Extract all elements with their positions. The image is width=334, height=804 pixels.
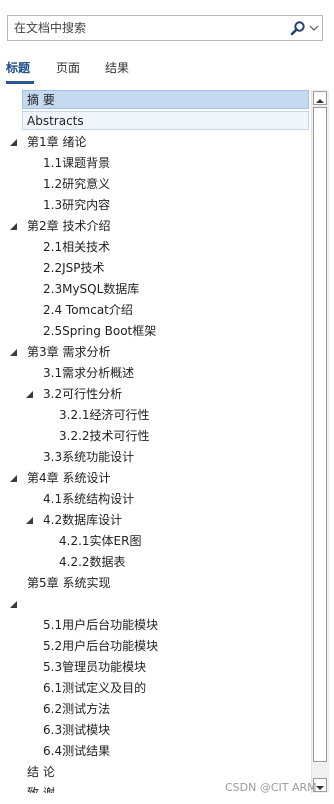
tree-item[interactable]: 2.4 Tomcat介绍 [0,300,311,320]
active-tab-indicator [6,81,34,84]
tree-item-label: 1.2研究意义 [43,177,111,191]
tree-item[interactable]: 摘 要 [0,90,311,110]
scrollbar-thumb[interactable] [313,107,327,762]
tree-item[interactable]: 4.1系统结构设计 [0,489,311,509]
collapse-arrow-icon[interactable] [26,391,34,399]
search-box [7,15,323,41]
tree-item[interactable]: 5.2用户后台功能模块 [0,636,311,656]
tree-item[interactable]: 2.3MySQL数据库 [0,279,311,299]
tree-item-label: 6.1测试定义及目的 [43,681,147,695]
tree-item[interactable]: 3.2可行性分析 [0,384,311,404]
tree-item[interactable]: 6.1测试定义及目的 [0,678,311,698]
tree-item[interactable]: 3.2.2技术可行性 [0,426,311,446]
tab-bar: 标题 页面 结果 [0,59,334,84]
tree-item[interactable]: 2.1相关技术 [0,237,311,257]
tree-item-label: 2.3MySQL数据库 [43,282,140,296]
collapse-arrow-icon[interactable] [10,475,18,483]
navigation-tree: 摘 要 Abstracts 第1章 绪论 1.1课题背景 1.2研究意义 1.3研究内容第… [0,90,311,793]
tree-item-label: 4.1系统结构设计 [43,492,135,506]
tree-item[interactable]: 6.3测试模块 [0,720,311,740]
tree-item[interactable]: 2.5Spring Boot框架 [0,321,311,341]
collapse-arrow-icon[interactable] [10,223,18,231]
tree-item-label: 3.2.1经济可行性 [59,408,150,422]
search-input[interactable] [8,16,278,40]
tree-item-label: 2.5Spring Boot框架 [43,324,157,338]
tree-item[interactable]: 5.3管理员功能模块 [0,657,311,677]
tree-item-label: 第3章 需求分析 [27,345,111,359]
chevron-down-icon[interactable] [309,20,319,36]
tree-item-label: 第1章 绪论 [27,135,87,149]
vertical-scrollbar[interactable] [311,90,329,793]
tree-item-label: 第2章 技术介绍 [27,219,111,233]
tree-item[interactable]: 第2章 技术介绍 [0,216,311,236]
tree-item[interactable]: 3.2.1经济可行性 [0,405,311,425]
tree-item[interactable]: 5.1用户后台功能模块 [0,615,311,635]
tree-item-label: Abstracts [27,114,84,128]
tree-item[interactable]: 第5章 系统实现 [0,573,311,593]
tree-item[interactable]: 1.1课题背景 [0,153,311,173]
tree-item[interactable]: 3.1需求分析概述 [0,363,311,383]
tree-item-label: 2.1相关技术 [43,240,111,254]
tree-item-label: 3.2可行性分析 [43,387,123,401]
tree-item-label: 4.2.1实体ER图 [59,534,142,548]
tree-item-label: 结 论 [27,765,55,779]
watermark: CSDN @CIT ARM [225,781,317,794]
scroll-up-button[interactable] [313,91,327,105]
tree-item[interactable]: 1.2研究意义 [0,174,311,194]
tree-item[interactable]: 4.2.1实体ER图 [0,531,311,551]
tree-item-label: 致 谢 [27,786,55,793]
collapse-arrow-icon[interactable] [10,601,18,609]
tab-pages[interactable]: 页面 [56,59,80,76]
tree-item[interactable]: 第3章 需求分析 [0,342,311,362]
tree-item-label: 2.2JSP技术 [43,261,105,275]
tree-item[interactable]: 2.2JSP技术 [0,258,311,278]
tree-item-label: 2.4 Tomcat介绍 [43,303,133,317]
tree-item-label: 5.1用户后台功能模块 [43,618,159,632]
tree-item[interactable]: 3.3系统功能设计 [0,447,311,467]
selection-highlight [22,90,309,109]
tree-item[interactable]: 4.2数据库设计 [0,510,311,530]
tree-item-label: 6.3测试模块 [43,723,111,737]
tree-item[interactable]: 4.2.2数据表 [0,552,311,572]
tree-item-label: 5.2用户后台功能模块 [43,639,159,653]
tab-headings[interactable]: 标题 [6,59,30,76]
tab-results[interactable]: 结果 [105,59,129,76]
tree-item[interactable]: 第1章 绪论 [0,132,311,152]
tree-item[interactable]: Abstracts [0,111,311,131]
tree-item-label: 第5章 系统实现 [27,576,111,590]
tree-item-label: 3.1需求分析概述 [43,366,135,380]
tree-item-label: 1.3研究内容 [43,198,111,212]
search-icon[interactable] [290,20,306,36]
tree-item-label: 3.2.2技术可行性 [59,429,150,443]
tree-item-label: 1.1课题背景 [43,156,111,170]
tree-item-label: 6.4测试结果 [43,744,111,758]
tree-item[interactable]: 6.4测试结果 [0,741,311,761]
tree-item[interactable]: 第4章 系统设计 [0,468,311,488]
collapse-arrow-icon[interactable] [10,139,18,147]
tree-item[interactable]: 结 论 [0,762,311,782]
scroll-up-icon [316,99,324,103]
tree-item[interactable] [0,594,311,614]
tree-item-label: 4.2.2数据表 [59,555,126,569]
tree-item[interactable]: 1.3研究内容 [0,195,311,215]
tree-item-label: 4.2数据库设计 [43,513,123,527]
tree-item-label: 3.3系统功能设计 [43,450,135,464]
tree-item-label: 5.3管理员功能模块 [43,660,147,674]
tree-item-label: 摘 要 [27,93,55,107]
collapse-arrow-icon[interactable] [10,349,18,357]
tree-item-label: 第4章 系统设计 [27,471,111,485]
tree-item[interactable]: 6.2测试方法 [0,699,311,719]
collapse-arrow-icon[interactable] [26,517,34,525]
tree-item-label: 6.2测试方法 [43,702,111,716]
